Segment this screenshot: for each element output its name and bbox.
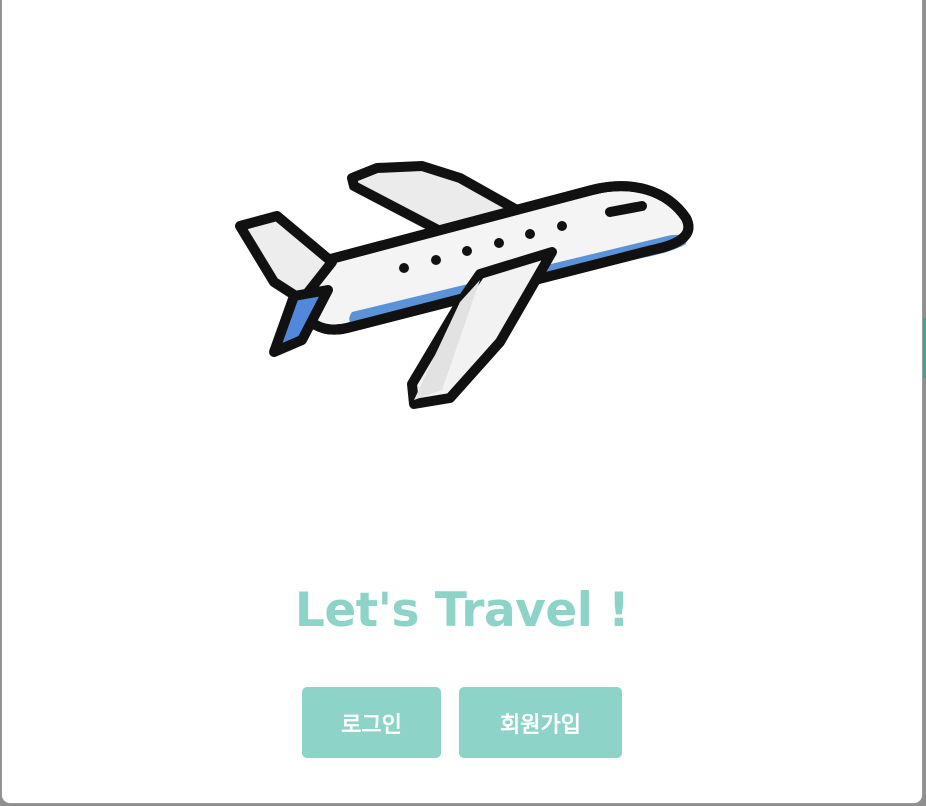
modal-actions: 로그인 회원가입 — [302, 687, 632, 758]
welcome-modal: Let's Travel ! 로그인 회원가입 — [2, 0, 922, 803]
modal-title: Let's Travel ! — [294, 583, 630, 638]
airplane-icon — [235, 161, 694, 409]
login-button[interactable]: 로그인 — [302, 687, 441, 758]
background-accent — [922, 318, 926, 378]
signup-button[interactable]: 회원가입 — [459, 687, 622, 758]
